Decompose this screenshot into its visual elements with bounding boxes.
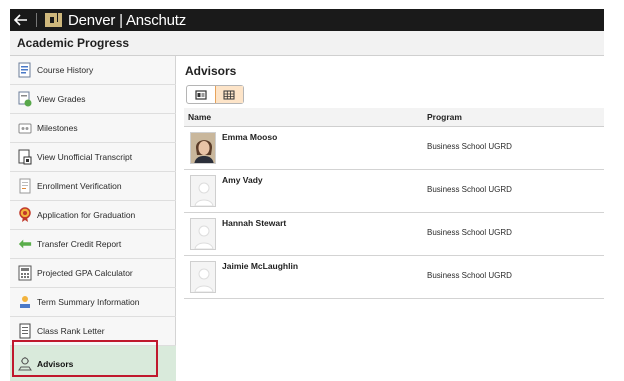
transfer-icon (18, 236, 32, 252)
sidebar-item-label: Application for Graduation (37, 210, 136, 220)
table-row[interactable]: Hannah Stewart Business School UGRD (184, 213, 604, 256)
milestones-icon (18, 120, 32, 136)
sidebar-item-unofficial-transcript[interactable]: View Unofficial Transcript (10, 143, 176, 172)
page-title: Academic Progress (17, 36, 130, 50)
transcript-icon (18, 149, 32, 165)
sidebar-item-label: Milestones (37, 123, 78, 133)
table-row[interactable]: Jaimie McLaughlin Business School UGRD (184, 256, 604, 299)
sidebar-item-projected-gpa-calculator[interactable]: Projected GPA Calculator (10, 259, 176, 288)
advisor-name: Amy Vady (222, 175, 263, 185)
table-header: Name Program (184, 108, 604, 127)
sidebar-item-label: Class Rank Letter (37, 326, 105, 336)
sidebar-item-application-for-graduation[interactable]: Application for Graduation (10, 201, 176, 230)
card-view-icon[interactable] (187, 86, 215, 103)
advisor-program: Business School UGRD (427, 228, 512, 237)
avatar-placeholder-icon (190, 175, 216, 207)
table-row[interactable]: Emma Mooso Business School UGRD (184, 127, 604, 170)
advisor-program: Business School UGRD (427, 142, 512, 151)
advisor-photo (190, 132, 216, 164)
sidebar: Course History View Grades Milestones Vi… (10, 56, 176, 381)
calculator-icon (18, 265, 32, 281)
advisor-name: Hannah Stewart (222, 218, 287, 228)
view-toggle (186, 85, 244, 104)
page-header: Academic Progress (10, 31, 604, 56)
highlight-annotation (12, 340, 158, 377)
column-header-name[interactable]: Name (188, 112, 211, 122)
divider (36, 13, 37, 27)
avatar-placeholder-icon (190, 218, 216, 250)
sidebar-item-course-history[interactable]: Course History (10, 56, 176, 85)
top-bar: Denver | Anschutz (10, 9, 604, 31)
advisor-program: Business School UGRD (427, 185, 512, 194)
grades-icon (18, 91, 32, 107)
sidebar-item-label: Projected GPA Calculator (37, 268, 133, 278)
avatar-placeholder-icon (190, 261, 216, 293)
back-arrow-icon[interactable] (10, 9, 32, 31)
sidebar-item-label: Enrollment Verification (37, 181, 122, 191)
sidebar-item-milestones[interactable]: Milestones (10, 114, 176, 143)
sidebar-item-enrollment-verification[interactable]: Enrollment Verification (10, 172, 176, 201)
advisors-table: Name Program Emma Mooso Business School … (184, 108, 604, 299)
term-summary-icon (18, 294, 32, 310)
course-history-icon (18, 62, 32, 78)
advisor-name: Emma Mooso (222, 132, 278, 142)
section-title: Advisors (185, 64, 237, 78)
advisor-program: Business School UGRD (427, 271, 512, 280)
column-header-program[interactable]: Program (427, 112, 462, 122)
sidebar-item-view-grades[interactable]: View Grades (10, 85, 176, 114)
sidebar-item-label: Transfer Credit Report (37, 239, 122, 249)
grid-view-icon[interactable] (214, 86, 243, 103)
advisor-name: Jaimie McLaughlin (222, 261, 299, 271)
verification-icon (18, 178, 32, 194)
cu-logo-icon (43, 11, 63, 29)
app-page: Denver | Anschutz Academic Progress Cour… (0, 0, 624, 381)
brand-title[interactable]: Denver | Anschutz (68, 12, 186, 29)
letter-icon (18, 323, 32, 339)
sidebar-item-term-summary[interactable]: Term Summary Information (10, 288, 176, 317)
sidebar-item-label: Course History (37, 65, 94, 75)
sidebar-item-transfer-credit-report[interactable]: Transfer Credit Report (10, 230, 176, 259)
table-row[interactable]: Amy Vady Business School UGRD (184, 170, 604, 213)
sidebar-item-label: Term Summary Information (37, 297, 140, 307)
sidebar-item-label: View Grades (37, 94, 86, 104)
graduation-icon (18, 207, 32, 223)
sidebar-item-label: View Unofficial Transcript (37, 152, 133, 162)
